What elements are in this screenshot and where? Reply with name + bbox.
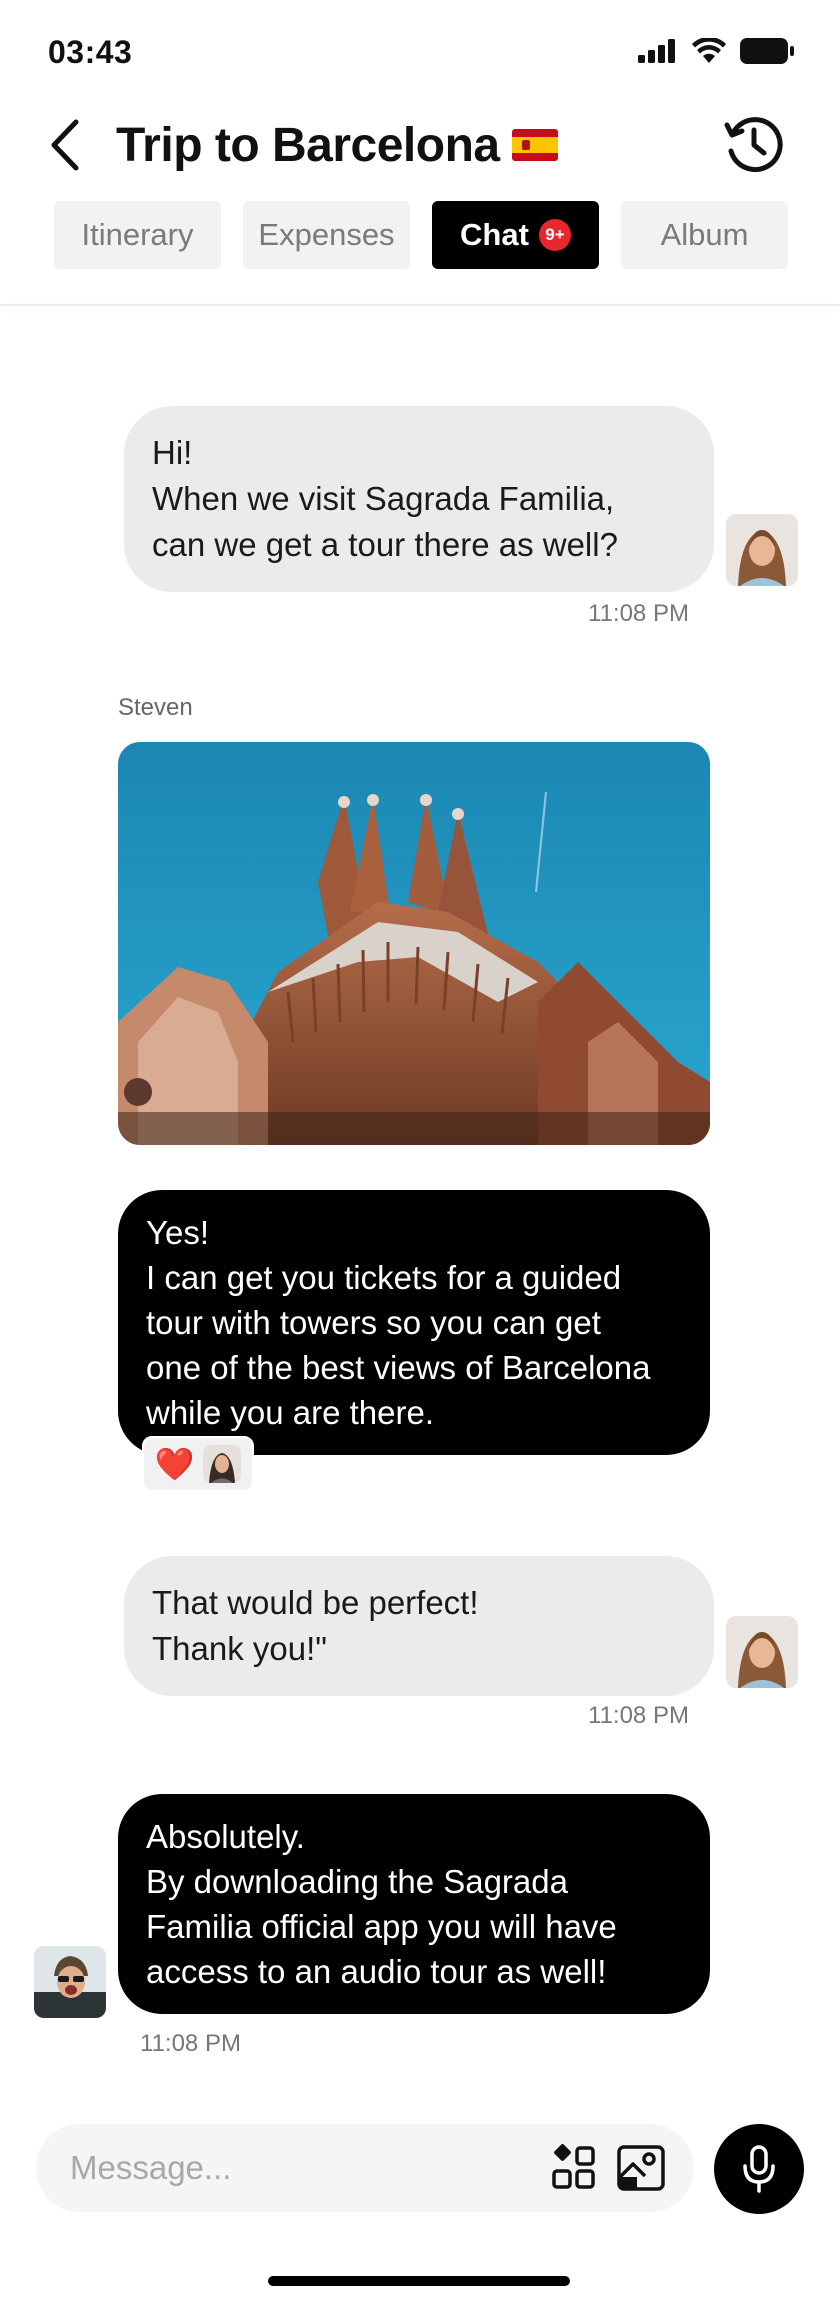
battery-icon	[740, 38, 794, 64]
status-icons	[638, 38, 794, 64]
gallery-icon	[617, 2145, 665, 2191]
message-image[interactable]	[118, 742, 710, 1145]
message-timestamp: 11:08 PM	[588, 1702, 689, 1729]
message-line: while you are there.	[146, 1394, 434, 1431]
microphone-button[interactable]	[714, 2124, 804, 2214]
message-line: can we get a tour there as well?	[152, 526, 618, 563]
message-line: I can get you tickets for a guided	[146, 1259, 622, 1296]
sender-name: Steven	[118, 694, 193, 721]
message-input[interactable]	[70, 2124, 510, 2212]
avatar[interactable]	[34, 1946, 106, 2018]
tab-label: Itinerary	[81, 217, 194, 252]
message-line: Hi!	[152, 434, 193, 471]
tab-expenses[interactable]: Expenses	[243, 201, 410, 269]
page-title: Trip to Barcelona	[116, 110, 558, 180]
tab-label: Expenses	[258, 217, 395, 252]
message-line: access to an audio tour as well!	[146, 1953, 607, 1990]
message-timestamp: 11:08 PM	[588, 600, 689, 627]
microphone-icon	[743, 2145, 775, 2193]
message-bubble-incoming[interactable]: Yes! I can get you tickets for a guided …	[118, 1190, 710, 1455]
signal-icon	[638, 39, 675, 63]
heart-reaction-icon: ❤️	[154, 1446, 195, 1482]
header: Trip to Barcelona	[0, 100, 840, 200]
back-arrow-icon	[51, 119, 79, 171]
history-button[interactable]	[714, 104, 794, 184]
status-bar: 03:43	[0, 0, 840, 100]
message-line: By downloading the Sagrada	[146, 1863, 568, 1900]
apps-button[interactable]	[550, 2144, 598, 2192]
message-bubble-outgoing[interactable]: That would be perfect! Thank you!"	[124, 1556, 714, 1696]
message-reaction[interactable]: ❤️	[142, 1436, 254, 1492]
message-timestamp: 11:08 PM	[140, 2030, 241, 2057]
tab-bar: Itinerary Expenses Chat 9+ Album	[54, 201, 788, 269]
gallery-button[interactable]	[616, 2144, 666, 2192]
tab-label: Album	[660, 217, 749, 252]
tab-chat[interactable]: Chat 9+	[432, 201, 599, 269]
message-bubble-incoming[interactable]: Absolutely. By downloading the Sagrada F…	[118, 1794, 710, 2014]
avatar[interactable]	[726, 514, 798, 586]
message-line: one of the best views of Barcelona	[146, 1349, 651, 1386]
tab-itinerary[interactable]: Itinerary	[54, 201, 221, 269]
message-line: Familia official app you will have	[146, 1908, 617, 1945]
message-line: tour with towers so you can get	[146, 1304, 601, 1341]
spain-flag-icon	[511, 129, 558, 161]
message-line: That would be perfect!	[152, 1584, 479, 1621]
message-composer	[36, 2124, 694, 2212]
avatar[interactable]	[726, 1616, 798, 1688]
header-divider	[0, 304, 840, 306]
home-indicator	[268, 2276, 570, 2286]
message-bubble-outgoing[interactable]: Hi! When we visit Sagrada Familia, can w…	[124, 406, 714, 592]
history-icon	[724, 117, 783, 173]
back-button[interactable]	[40, 110, 90, 180]
tab-album[interactable]: Album	[621, 201, 788, 269]
tab-label: Chat	[460, 217, 529, 252]
message-line: Thank you!"	[152, 1630, 327, 1667]
apps-icon	[552, 2144, 595, 2189]
message-line: Yes!	[146, 1214, 210, 1251]
trip-title: Trip to Barcelona	[116, 118, 500, 172]
message-line: Absolutely.	[146, 1818, 305, 1855]
wifi-icon	[692, 38, 726, 63]
status-time: 03:43	[48, 34, 133, 70]
reactor-avatar	[203, 1445, 242, 1483]
message-line: When we visit Sagrada Familia,	[152, 480, 615, 517]
unread-badge: 9+	[538, 219, 571, 251]
